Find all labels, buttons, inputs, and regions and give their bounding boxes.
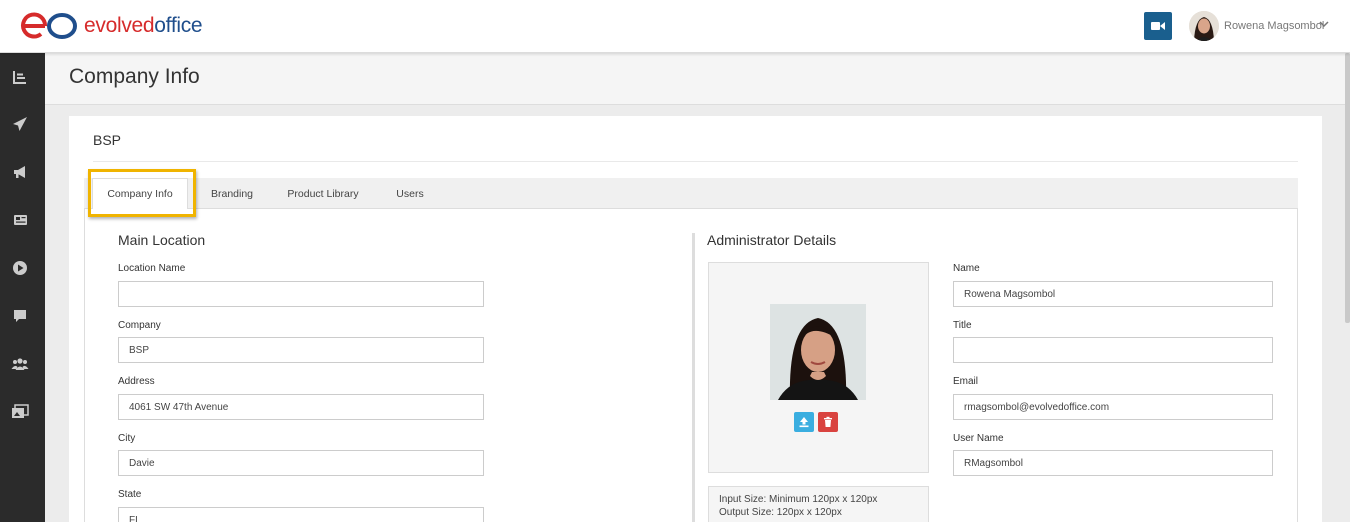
city-label: City (118, 433, 136, 444)
play-circle-icon[interactable] (11, 259, 29, 277)
address-input[interactable]: 4061 SW 47th Avenue (118, 394, 484, 420)
chart-bar-icon[interactable] (11, 68, 29, 86)
admin-details-title: Administrator Details (707, 232, 837, 248)
admin-photo-panel (708, 262, 929, 473)
scrollbar[interactable] (1345, 53, 1350, 323)
output-size-text: Output Size: 120px x 120px (719, 507, 842, 518)
admin-email-input[interactable]: rmagsombol@evolvedoffice.com (953, 394, 1273, 420)
main-location-title: Main Location (118, 232, 206, 248)
upload-icon (799, 417, 809, 428)
video-button[interactable] (1144, 12, 1172, 40)
column-divider (692, 233, 695, 522)
paper-plane-icon[interactable] (11, 115, 29, 133)
admin-title-input[interactable] (953, 337, 1273, 363)
image-size-info: Input Size: Minimum 120px x 120px Output… (708, 486, 929, 522)
newspaper-icon[interactable] (11, 211, 29, 229)
tab-branding[interactable]: Branding (208, 178, 256, 209)
location-name-label: Location Name (118, 263, 186, 274)
state-label: State (118, 489, 142, 500)
address-label: Address (118, 376, 155, 387)
user-avatar[interactable] (1189, 11, 1219, 41)
video-camera-icon (1151, 22, 1165, 30)
images-icon[interactable] (11, 403, 29, 421)
top-bar: evolvedoffice Rowena Magsombol (0, 0, 1350, 53)
state-input[interactable]: FL (118, 507, 484, 522)
logo-text: evolvedoffice (84, 14, 203, 37)
admin-title-label: Title (953, 320, 972, 331)
admin-email-label: Email (953, 376, 979, 387)
admin-username-input[interactable]: RMagsombol (953, 450, 1273, 476)
trash-icon (824, 416, 832, 427)
location-name-input[interactable] (118, 281, 484, 307)
megaphone-icon[interactable] (11, 163, 29, 181)
users-icon[interactable] (11, 355, 29, 373)
delete-photo-button[interactable] (818, 412, 838, 432)
comment-icon[interactable] (11, 307, 29, 325)
page-header: Company Info (45, 53, 1345, 105)
admin-name-input[interactable]: Rowena Magsombol (953, 281, 1273, 307)
user-name[interactable]: Rowena Magsombol (1224, 20, 1324, 32)
city-input[interactable]: Davie (118, 450, 484, 476)
tabs-bar: Company Info Branding Product Library Us… (84, 178, 1298, 210)
company-label: Company (118, 320, 161, 331)
admin-name-label: Name (953, 263, 980, 274)
company-card: BSP Company Info Branding Product Librar… (69, 116, 1322, 522)
evolvedoffice-logo[interactable]: evolvedoffice (20, 12, 203, 40)
sidebar (0, 53, 45, 522)
input-size-text: Input Size: Minimum 120px x 120px (719, 494, 878, 505)
upload-photo-button[interactable] (794, 412, 814, 432)
tab-users[interactable]: Users (388, 178, 432, 209)
company-name: BSP (93, 132, 122, 148)
admin-photo (770, 304, 866, 400)
admin-username-label: User Name (953, 433, 1004, 444)
tab-product-library[interactable]: Product Library (282, 178, 364, 209)
page-title: Company Info (69, 65, 200, 88)
tab-company-info[interactable]: Company Info (92, 178, 188, 210)
chevron-down-icon[interactable] (1318, 18, 1330, 30)
company-input[interactable]: BSP (118, 337, 484, 363)
logo-mark-icon (21, 12, 77, 39)
divider (93, 161, 1298, 162)
